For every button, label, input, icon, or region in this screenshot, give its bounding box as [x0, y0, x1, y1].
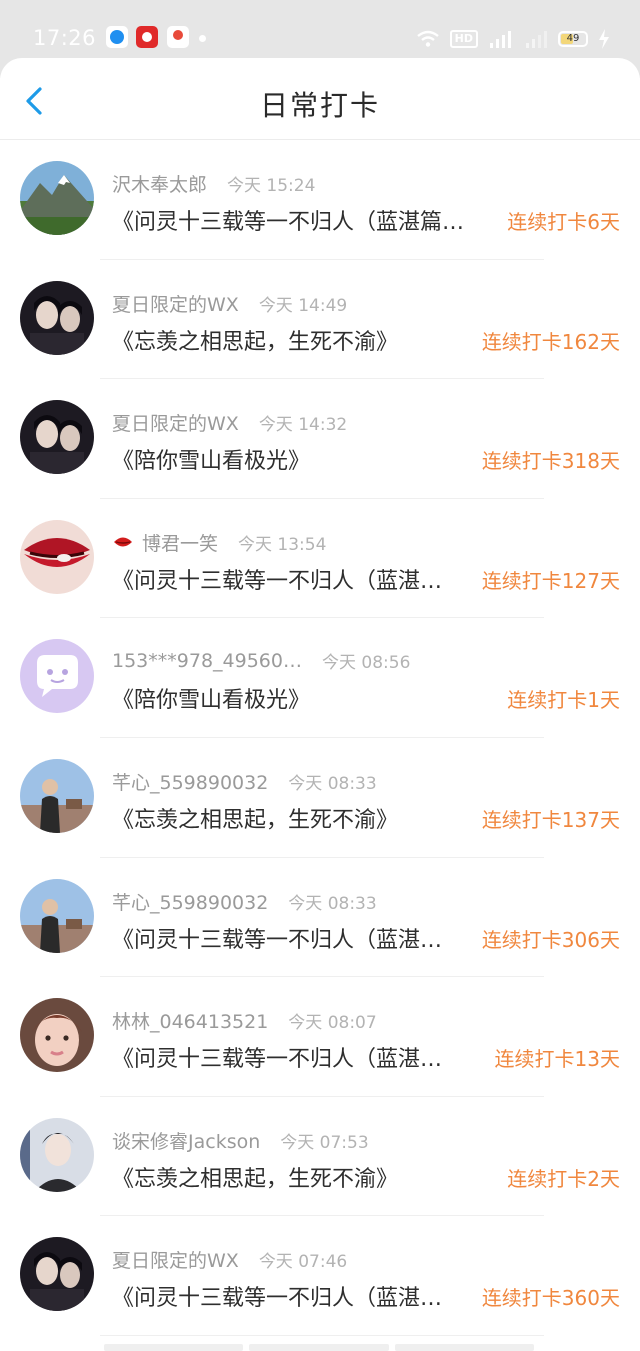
checkin-row[interactable]: 林林_046413521 今天 08:07 《问灵十三载等一不归人（蓝湛… 连续打卡1…: [0, 977, 640, 1097]
checkin-row[interactable]: 谈宋修睿Jackson 今天 07:53 《忘羡之相思起，生死不渝》 连续打卡2天: [0, 1097, 640, 1217]
user-name[interactable]: 夏日限定的WX: [112, 290, 239, 317]
nav-header: 日常打卡: [0, 58, 640, 140]
post-time: 今天 14:49: [258, 295, 348, 316]
checkin-row[interactable]: 夏日限定的WX 今天 14:32 《陪你雪山看极光》 连续打卡318天: [0, 379, 640, 499]
checkin-title: 《问灵十三载等一不归人（蓝湛…: [112, 1286, 443, 1312]
avatar[interactable]: [20, 758, 94, 833]
bottom-bar-segment: [394, 1344, 534, 1351]
bottom-bar-segment: [104, 1344, 244, 1351]
lips-icon: [114, 537, 132, 547]
checkin-row[interactable]: 夏日限定的WX 今天 07:46 《问灵十三载等一不归人（蓝湛… 连续打卡360天: [0, 1216, 640, 1336]
signal-icon: [490, 31, 511, 48]
entry-meta: 153***978_49560… 今天 08:56: [112, 648, 411, 674]
user-name[interactable]: 夏日限定的WX: [112, 1246, 239, 1273]
status-time: 17:26: [33, 26, 97, 50]
avatar[interactable]: [20, 400, 94, 475]
app-red-icon: [136, 26, 158, 48]
battery-level: 49: [566, 33, 580, 44]
checkin-list: 沢木奉太郎 今天 15:24 《问灵十三载等一不归人（蓝湛篇… 连续打卡6天夏日限定的…: [0, 140, 640, 1336]
user-name[interactable]: 153***978_49560…: [112, 650, 302, 672]
streak-label: 连续打卡1天: [507, 688, 620, 713]
avatar[interactable]: [20, 519, 94, 594]
entry-meta: 芊心_559890032 今天 08:33: [112, 768, 377, 795]
bottom-scroll-hint: [104, 1344, 534, 1351]
streak-label: 连续打卡360天: [481, 1286, 620, 1311]
streak-label: 连续打卡318天: [481, 449, 620, 474]
entry-meta: 夏日限定的WX 今天 07:46: [112, 1246, 347, 1273]
row-divider: [100, 1334, 544, 1336]
checkin-title: 《陪你雪山看极光》: [112, 449, 311, 475]
checkin-row[interactable]: 芊心_559890032 今天 08:33 《问灵十三载等一不归人（蓝湛… 连续打卡3…: [0, 858, 640, 978]
checkin-title: 《问灵十三载等一不归人（蓝湛…: [112, 568, 443, 594]
app-map-icon: [167, 26, 189, 48]
checkin-title: 《忘羡之相思起，生死不渝》: [112, 1166, 399, 1192]
entry-meta: 谈宋修睿Jackson 今天 07:53: [112, 1127, 369, 1154]
bottom-bar-segment: [249, 1344, 389, 1351]
page-title: 日常打卡: [259, 89, 380, 122]
app-blue-icon: [106, 26, 128, 48]
avatar[interactable]: [20, 878, 94, 953]
checkin-row[interactable]: 芊心_559890032 今天 08:33 《忘羡之相思起，生死不渝》 连续打卡137…: [0, 738, 640, 858]
status-right: HD 49: [416, 26, 610, 52]
avatar[interactable]: [20, 998, 94, 1073]
avatar[interactable]: [20, 1117, 94, 1192]
avatar[interactable]: [20, 639, 94, 714]
entry-meta: 博君一笑 今天 13:54: [112, 529, 326, 556]
post-time: 今天 08:33: [288, 893, 377, 914]
avatar[interactable]: [20, 1237, 94, 1312]
checkin-title: 《问灵十三载等一不归人（蓝湛…: [112, 927, 443, 953]
post-time: 今天 07:46: [258, 1252, 348, 1273]
streak-label: 连续打卡13天: [494, 1047, 620, 1072]
wifi-icon: [416, 30, 439, 47]
checkin-title: 《问灵十三载等一不归人（蓝湛篇…: [112, 210, 465, 235]
checkin-row[interactable]: 夏日限定的WX 今天 14:49 《忘羡之相思起，生死不渝》 连续打卡162天: [0, 260, 640, 380]
checkin-title: 《陪你雪山看极光》: [112, 688, 311, 714]
post-time: 今天 07:53: [280, 1132, 369, 1153]
entry-meta: 夏日限定的WX 今天 14:49: [112, 290, 347, 317]
entry-meta: 沢木奉太郎 今天 15:24: [112, 170, 315, 197]
entry-meta: 夏日限定的WX 今天 14:32: [112, 409, 347, 436]
post-time: 今天 08:07: [288, 1013, 377, 1034]
post-time: 今天 08:33: [288, 773, 377, 794]
streak-label: 连续打卡127天: [481, 568, 620, 593]
user-name[interactable]: 芊心_559890032: [112, 888, 268, 915]
signal-weak-icon: [526, 31, 547, 48]
post-time: 今天 13:54: [238, 534, 327, 555]
checkin-row[interactable]: 博君一笑 今天 13:54 《问灵十三载等一不归人（蓝湛… 连续打卡127天: [0, 499, 640, 619]
avatar[interactable]: [20, 161, 94, 235]
user-name[interactable]: 博君一笑: [142, 529, 218, 556]
post-time: 今天 14:32: [258, 415, 348, 436]
entry-meta: 林林_046413521 今天 08:07: [112, 1007, 377, 1034]
user-name[interactable]: 林林_046413521: [112, 1007, 268, 1034]
user-name[interactable]: 夏日限定的WX: [112, 409, 239, 436]
battery-icon: 49: [558, 31, 588, 47]
charging-icon: [599, 29, 609, 49]
user-name[interactable]: 芊心_559890032: [112, 768, 268, 795]
avatar[interactable]: [20, 280, 94, 355]
streak-label: 连续打卡137天: [481, 807, 620, 832]
streak-label: 连续打卡162天: [481, 329, 620, 354]
post-time: 今天 15:24: [227, 176, 316, 196]
checkin-row[interactable]: 153***978_49560… 今天 08:56 《陪你雪山看极光》 连续打卡1天: [0, 618, 640, 738]
user-name[interactable]: 谈宋修睿Jackson: [112, 1127, 260, 1154]
post-time: 今天 08:56: [321, 653, 411, 674]
notification-dot: [199, 35, 206, 42]
entry-meta: 芊心_559890032 今天 08:33: [112, 888, 377, 915]
checkin-title: 《忘羡之相思起，生死不渝》: [112, 807, 399, 833]
user-name[interactable]: 沢木奉太郎: [112, 170, 207, 197]
hd-badge: HD: [449, 30, 478, 48]
checkin-title: 《忘羡之相思起，生死不渝》: [112, 329, 399, 355]
checkin-row[interactable]: 沢木奉太郎 今天 15:24 《问灵十三载等一不归人（蓝湛篇… 连续打卡6天: [0, 140, 640, 260]
streak-label: 连续打卡6天: [507, 210, 620, 234]
checkin-title: 《问灵十三载等一不归人（蓝湛…: [112, 1047, 443, 1073]
streak-label: 连续打卡2天: [507, 1166, 620, 1191]
streak-label: 连续打卡306天: [481, 927, 620, 952]
